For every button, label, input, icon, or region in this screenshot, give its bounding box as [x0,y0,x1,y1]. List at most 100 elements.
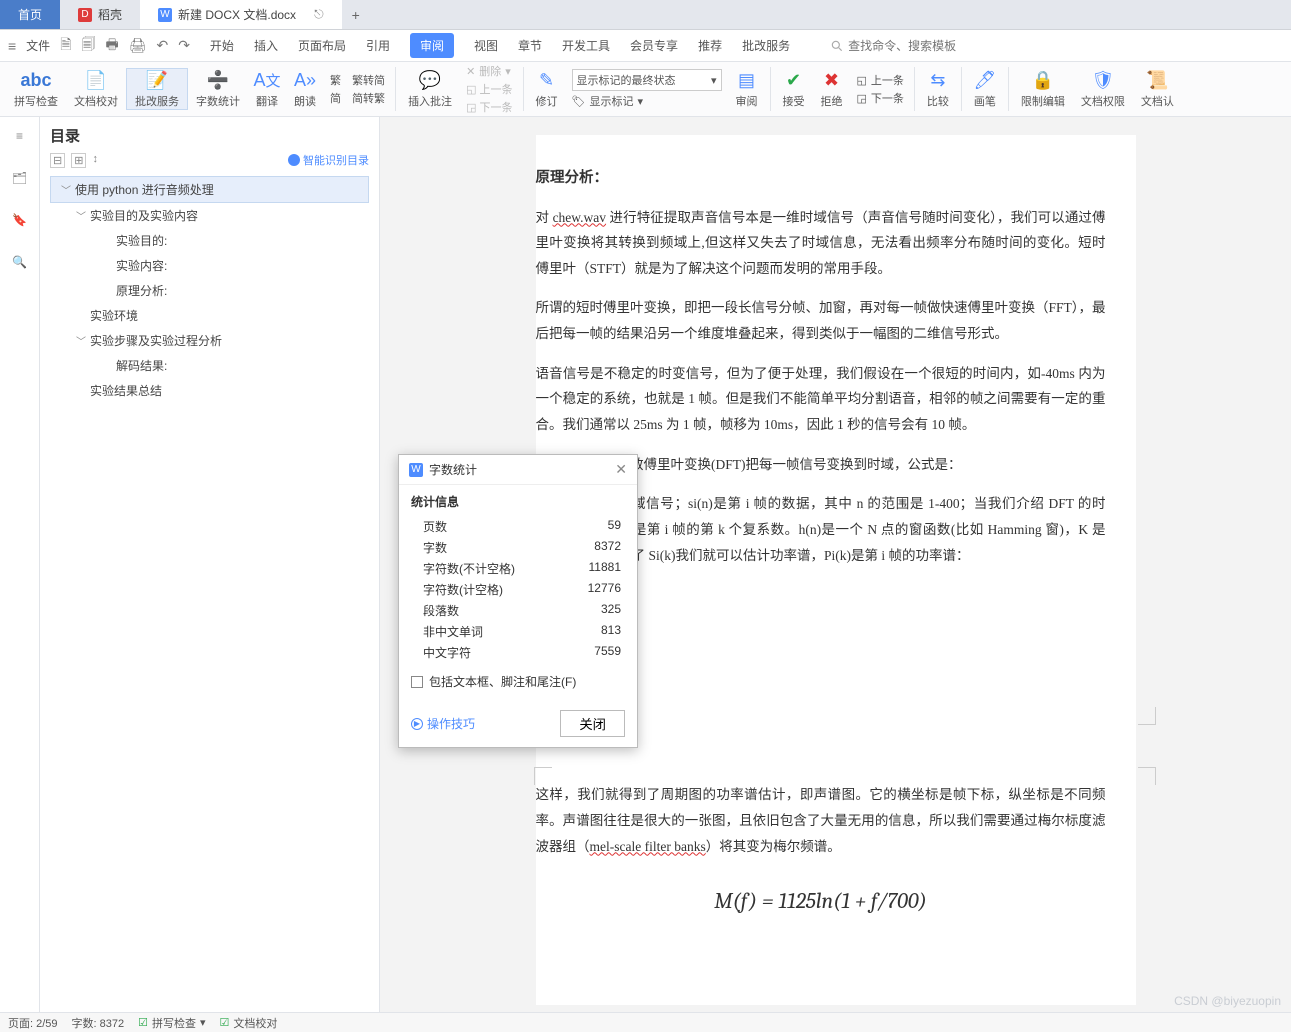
toc-item[interactable]: 原理分析: [50,278,369,303]
expand-all-icon[interactable]: ⊞ [71,153,86,168]
review-service-button[interactable]: 📝批改服务 [126,68,188,110]
menu-chapter[interactable]: 章节 [518,31,542,60]
show-marks[interactable]: 🏷 显示标记▾ [572,93,722,109]
word-count-button[interactable]: ➗字数统计 [188,69,248,109]
dialog-close-x[interactable]: ✕ [615,461,627,478]
review-pane-button[interactable]: ▤审阅 [728,69,766,109]
rail-outline-icon[interactable]: ≡ [9,125,31,147]
quick-access: ≡ 文件 🗎 🗐 🖶 🖨 ↶ ↷ [8,34,190,58]
toc-item[interactable]: 实验结果总结 [50,378,369,403]
menu-review-service[interactable]: 批改服务 [742,31,790,60]
markup-display-dropdown[interactable]: 显示标记的最终状态▾ [572,69,722,91]
check-icon: ☑ [220,1016,230,1029]
menu-recommend[interactable]: 推荐 [698,31,722,60]
pen-button[interactable]: 🖊画笔 [966,69,1004,109]
stat-label: 中文字符 [423,644,471,661]
tab-home[interactable]: 首页 [0,0,60,29]
reject-button[interactable]: ✖拒绝 [813,69,851,109]
menu-review[interactable]: 审阅 [410,33,454,58]
delete-comment[interactable]: ✕ 删除▾ [466,63,512,79]
trad-to-simp[interactable]: 繁 繁转简 [330,72,385,88]
pen-icon: 🖊 [974,69,996,91]
toc-item[interactable]: ﹀实验目的及实验内容 [50,203,369,228]
command-search[interactable] [830,39,988,53]
search-input[interactable] [848,39,988,53]
ribbon: abc拼写检查 📄文档校对 📝批改服务 ➗字数统计 A文翻译 A»朗读 繁 繁转… [0,62,1291,117]
toc-item[interactable]: 实验目的: [50,228,369,253]
next-change[interactable]: ◲ 下一条 [857,90,904,106]
doc-auth-button[interactable]: 📜文档认 [1133,69,1182,109]
smart-icon [288,154,300,166]
daoke-icon: D [78,8,92,22]
toc-item[interactable]: 实验环境 [50,303,369,328]
dialog-titlebar[interactable]: W 字数统计 ✕ [399,455,637,485]
translate-button[interactable]: A文翻译 [248,69,286,109]
doc-proof-button[interactable]: 📄文档校对 [66,69,126,109]
page-corner [534,767,552,785]
toc-tools: ⊟ ⊞ ↕ 智能识别目录 [50,152,369,168]
rail-clipboard-icon[interactable]: 🗂 [9,167,31,189]
insert-comment-button[interactable]: 💬插入批注 [400,69,460,109]
separator [914,67,915,111]
accept-button[interactable]: ✔接受 [775,69,813,109]
menu-page-layout[interactable]: 页面布局 [298,31,346,60]
redo-icon[interactable]: ↷ [178,37,190,54]
read-aloud-button[interactable]: A»朗读 [286,69,324,109]
status-word-count[interactable]: 字数: 8372 [72,1015,125,1031]
rail-bookmark-icon[interactable]: 🔖 [9,209,31,231]
toc-item[interactable]: ﹀使用 python 进行音频处理 [50,176,369,203]
separator [395,67,396,111]
left-icon-rail: ≡ 🗂 🔖 🔍 [0,117,40,1012]
save-icon[interactable]: 🗎 [60,34,71,58]
rail-search-icon[interactable]: 🔍 [9,251,31,273]
operation-tips-link[interactable]: ▶ 操作技巧 [411,715,475,732]
menu-view[interactable]: 视图 [474,31,498,60]
hamburger-icon[interactable]: ≡ [8,38,16,54]
tab-document[interactable]: W 新建 DOCX 文档.docx ⎋ [140,0,342,29]
menu-reference[interactable]: 引用 [366,31,390,60]
compare-button[interactable]: ⇆比较 [919,69,957,109]
checkbox-label: 包括文本框、脚注和尾注(F) [429,673,576,690]
toc-item[interactable]: 解码结果: [50,353,369,378]
toc-item[interactable]: 实验内容: [50,253,369,278]
word-count-icon: ➗ [207,69,229,91]
page-corner [1138,767,1156,785]
status-page[interactable]: 页面: 2/59 [8,1015,58,1031]
menu-devtools[interactable]: 开发工具 [562,31,610,60]
print-preview-icon[interactable]: 🖨 [129,37,147,54]
simp-to-trad[interactable]: 简 简转繁 [330,90,385,106]
undo-icon[interactable]: ↶ [156,37,168,54]
file-menu[interactable]: 文件 [26,37,50,54]
menu-start[interactable]: 开始 [210,31,234,60]
collapse-all-icon[interactable]: ⊟ [50,153,65,168]
smart-toc-link[interactable]: 智能识别目录 [288,152,369,168]
menu-insert[interactable]: 插入 [254,31,278,60]
restrict-edit-button[interactable]: 🔒限制编辑 [1013,69,1073,109]
spellcheck-button[interactable]: abc拼写检查 [6,69,66,109]
toc-item[interactable]: ﹀实验步骤及实验过程分析 [50,328,369,353]
next-comment[interactable]: ◲ 下一条 [466,99,512,115]
prev-change[interactable]: ◱ 上一条 [857,72,904,88]
tab-add[interactable]: + [342,0,370,29]
toc-item-label: 使用 python 进行音频处理 [75,181,214,198]
status-proof[interactable]: ☑文档校对 [220,1015,278,1031]
tab-daoke[interactable]: D 稻壳 [60,0,140,29]
checkbox-icon [411,676,423,688]
stat-label: 字数 [423,539,447,556]
print-icon[interactable]: 🖶 [105,34,118,58]
page-corner [1138,707,1156,725]
include-textbox-checkbox[interactable]: 包括文本框、脚注和尾注(F) [411,673,625,690]
status-bar: 页面: 2/59 字数: 8372 ☑拼写检查 ▾ ☑文档校对 [0,1012,1291,1032]
cert-icon: 📜 [1146,69,1168,91]
sort-icon[interactable]: ↕ [92,153,98,168]
status-spellcheck[interactable]: ☑拼写检查 ▾ [138,1015,205,1031]
track-changes-button[interactable]: ✎修订 [528,69,566,109]
save-as-icon[interactable]: 🗐 [81,34,95,58]
tab-share-icon[interactable]: ⎋ [314,7,324,22]
lock-icon: 🔒 [1032,69,1054,91]
dialog-close-button[interactable]: 关闭 [560,710,625,737]
doc-permission-button[interactable]: 🛡文档权限 [1073,69,1133,109]
menu-member[interactable]: 会员专享 [630,31,678,60]
translate-icon: A文 [256,69,278,91]
prev-comment[interactable]: ◱ 上一条 [466,81,512,97]
